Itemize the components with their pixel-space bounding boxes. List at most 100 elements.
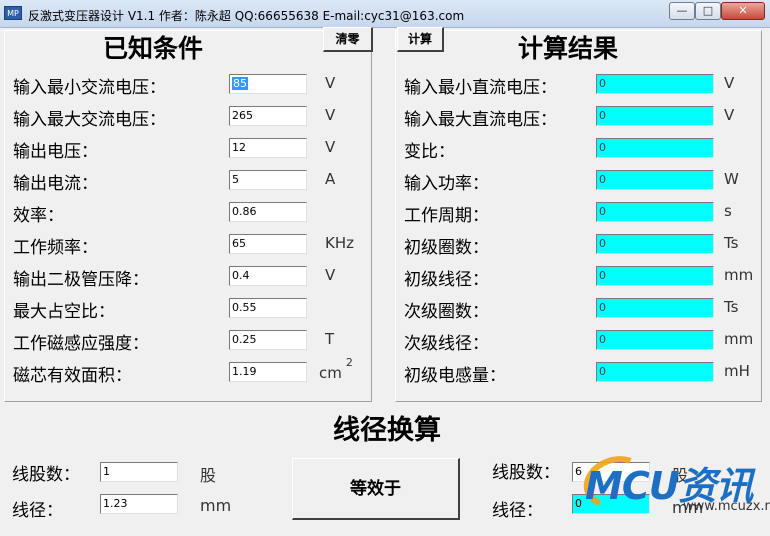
left-diameter-label: 线径：	[12, 501, 63, 521]
efficiency-input[interactable]: 0.86	[229, 202, 307, 222]
row-label: 变比：	[404, 142, 455, 162]
row-flux-density: 工作磁感应强度： 0.25 T	[5, 327, 371, 354]
unit-label: mm	[724, 330, 754, 348]
left-strands-label: 线股数：	[12, 465, 80, 485]
results-title: 计算结果	[518, 34, 619, 63]
row-label: 输入最大交流电压：	[13, 110, 166, 130]
unit-label: W	[724, 170, 739, 188]
known-conditions-panel: 已知条件 清零 输入最小交流电压： 85 V 输入最大交流电压： 265 V 输…	[4, 27, 373, 402]
turns-ratio-output: 0	[596, 138, 714, 158]
diode-drop-input[interactable]: 0.4	[229, 266, 307, 286]
right-diameter-label: 线径：	[492, 501, 543, 521]
unit-label: V	[724, 74, 735, 92]
unit-label: mH	[724, 362, 750, 380]
max-dc-voltage-output: 0	[596, 106, 714, 126]
row-label: 初级线径：	[404, 270, 489, 290]
left-diameter-unit: mm	[200, 496, 232, 515]
row-period: 工作周期： 0 s	[396, 199, 761, 226]
unit-label: cm2	[319, 356, 353, 382]
row-label: 磁芯有效面积：	[13, 366, 132, 386]
row-min-ac-voltage: 输入最小交流电压： 85 V	[5, 71, 371, 98]
row-core-area: 磁芯有效面积： 1.19 cm2	[5, 356, 371, 386]
unit-label: mm	[724, 266, 754, 284]
secondary-wire-output: 0	[596, 330, 714, 350]
right-strands-label: 线股数：	[492, 463, 560, 483]
row-label: 输入最小交流电压：	[13, 78, 166, 98]
row-frequency: 工作频率： 65 KHz	[5, 231, 371, 258]
unit-superscript: 2	[345, 356, 353, 369]
unit-label: V	[724, 106, 735, 124]
row-max-dc-voltage: 输入最大直流电压： 0 V	[396, 103, 761, 130]
row-max-duty: 最大占空比： 0.55	[5, 295, 371, 322]
row-diode-drop: 输出二极管压降： 0.4 V	[5, 263, 371, 290]
unit-label: T	[325, 330, 335, 348]
row-label: 最大占空比：	[13, 302, 115, 322]
unit-label: Ts	[724, 234, 739, 252]
primary-turns-output: 0	[596, 234, 714, 254]
title-bar[interactable]: MP 反激式变压器设计 V1.1 作者：陈永超 QQ:66655638 E-ma…	[0, 0, 770, 28]
core-area-input[interactable]: 1.19	[229, 362, 307, 382]
secondary-turns-output: 0	[596, 298, 714, 318]
row-max-ac-voltage: 输入最大交流电压： 265 V	[5, 103, 371, 130]
row-output-voltage: 输出电压： 12 V	[5, 135, 371, 162]
row-primary-turns: 初级圈数： 0 Ts	[396, 231, 761, 258]
equivalent-button[interactable]: 等效于	[292, 458, 460, 520]
unit-label: KHz	[325, 234, 354, 252]
row-label: 次级线径：	[404, 334, 489, 354]
row-label: 次级圈数：	[404, 302, 489, 322]
unit-label: Ts	[724, 298, 739, 316]
row-label: 初级电感量：	[404, 366, 506, 386]
max-ac-voltage-input[interactable]: 265	[229, 106, 307, 126]
watermark-url: www.mcuzx.net	[683, 499, 770, 514]
close-button[interactable]: ✕	[721, 2, 765, 20]
app-icon: MP	[4, 6, 22, 20]
row-output-current: 输出电流： 5 A	[5, 167, 371, 194]
min-ac-voltage-input[interactable]: 85	[229, 74, 307, 94]
left-diameter-input[interactable]: 1.23	[100, 494, 178, 514]
row-label: 输入最小直流电压：	[404, 78, 557, 98]
row-label: 效率：	[13, 206, 64, 226]
row-label: 输入最大直流电压：	[404, 110, 557, 130]
row-label: 输出电压：	[13, 142, 98, 162]
calculate-button[interactable]: 计算	[397, 27, 444, 52]
row-label: 输出电流：	[13, 174, 98, 194]
unit-label: V	[325, 106, 336, 124]
period-output: 0	[596, 202, 714, 222]
row-label: 初级圈数：	[404, 238, 489, 258]
row-min-dc-voltage: 输入最小直流电压： 0 V	[396, 71, 761, 98]
input-power-output: 0	[596, 170, 714, 190]
row-label: 工作磁感应强度：	[13, 334, 149, 354]
results-panel: 计算 计算结果 输入最小直流电压： 0 V 输入最大直流电压： 0 V 变比： …	[395, 27, 762, 402]
unit-label: s	[724, 202, 732, 220]
row-turns-ratio: 变比： 0	[396, 135, 761, 162]
flux-density-input[interactable]: 0.25	[229, 330, 307, 350]
frequency-input[interactable]: 65	[229, 234, 307, 254]
row-label: 工作频率：	[13, 238, 98, 258]
row-secondary-wire: 次级线径： 0 mm	[396, 327, 761, 354]
min-dc-voltage-output: 0	[596, 74, 714, 94]
primary-wire-output: 0	[596, 266, 714, 286]
primary-inductance-output: 0	[596, 362, 714, 382]
row-secondary-turns: 次级圈数： 0 Ts	[396, 295, 761, 322]
row-efficiency: 效率： 0.86	[5, 199, 371, 226]
row-input-power: 输入功率： 0 W	[396, 167, 761, 194]
clear-button[interactable]: 清零	[323, 27, 373, 52]
row-label: 输出二极管压降：	[13, 270, 149, 290]
window-title: 反激式变压器设计 V1.1 作者：陈永超 QQ:66655638 E-mail:…	[28, 9, 465, 23]
unit-label: V	[325, 138, 336, 156]
row-primary-inductance: 初级电感量： 0 mH	[396, 359, 761, 386]
row-label: 输入功率：	[404, 174, 489, 194]
unit-text: cm	[319, 364, 342, 382]
input-value: 85	[232, 77, 248, 90]
unit-label: V	[325, 266, 336, 284]
left-strands-input[interactable]: 1	[100, 462, 178, 482]
app-window: MP 反激式变压器设计 V1.1 作者：陈永超 QQ:66655638 E-ma…	[0, 0, 770, 536]
minimize-button[interactable]: —	[669, 2, 695, 20]
row-label: 工作周期：	[404, 206, 489, 226]
known-conditions-title: 已知条件	[103, 34, 204, 63]
max-duty-input[interactable]: 0.55	[229, 298, 307, 318]
output-voltage-input[interactable]: 12	[229, 138, 307, 158]
output-current-input[interactable]: 5	[229, 170, 307, 190]
unit-label: V	[325, 74, 336, 92]
maximize-button[interactable]: □	[695, 2, 721, 20]
